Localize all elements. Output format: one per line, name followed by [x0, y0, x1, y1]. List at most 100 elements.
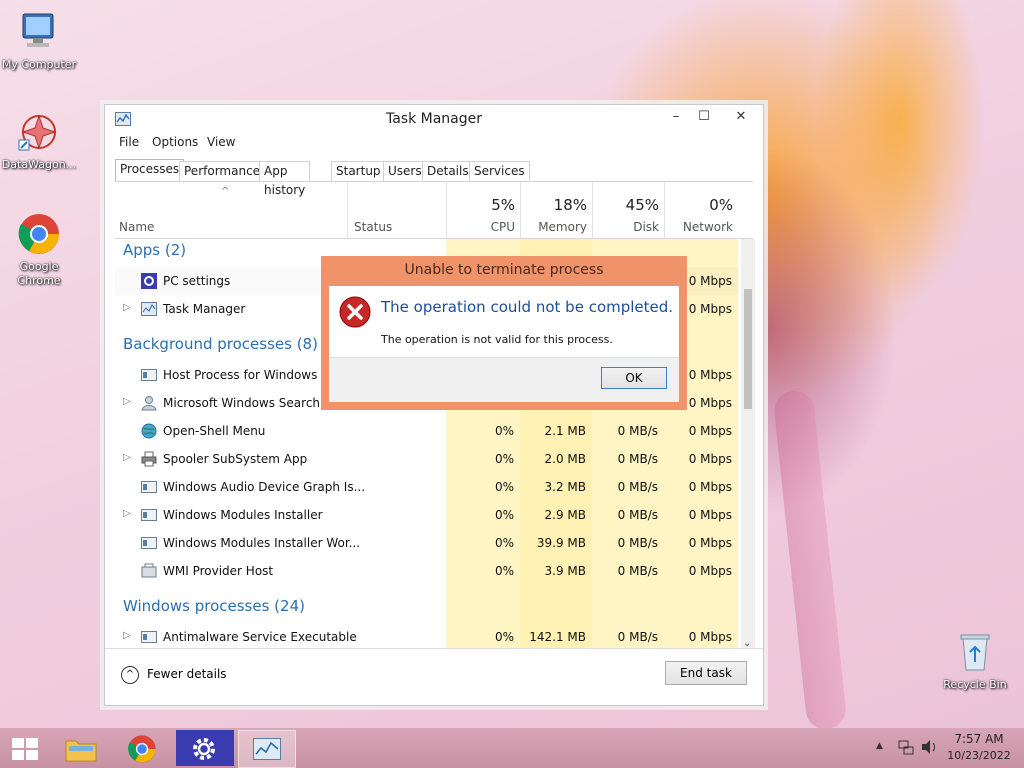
window-app-icon — [141, 367, 157, 383]
desktop-icon-google-chrome[interactable]: Google Chrome — [0, 212, 78, 288]
column-status-header[interactable]: Status — [347, 182, 446, 238]
column-memory-header[interactable]: 18% Memory — [520, 182, 593, 238]
error-dialog: Unable to terminate process The operatio… — [321, 256, 687, 410]
table-row[interactable]: Windows Modules Installer Wor... 0% 39.9… — [115, 529, 739, 557]
tab-startup[interactable]: Startup — [331, 161, 386, 182]
expand-arrow-icon[interactable]: ▷ — [123, 302, 131, 313]
process-name: PC settings — [163, 274, 231, 288]
group-apps[interactable]: Apps (2) — [123, 241, 186, 259]
memory-value: 39.9 MB — [536, 536, 586, 550]
computer-icon — [17, 10, 61, 54]
expand-arrow-icon[interactable]: ▷ — [123, 396, 131, 407]
taskbar-pc-settings[interactable] — [176, 730, 234, 766]
column-status: Status — [354, 220, 393, 234]
process-name: Spooler SubSystem App — [163, 452, 308, 466]
table-row[interactable]: ▷ Windows Modules Installer 0% 2.9 MB 0 … — [115, 501, 739, 529]
desktop-icon-label: My Computer — [1, 58, 77, 71]
clock-date[interactable]: 10/23/2022 — [944, 749, 1014, 762]
table-row[interactable]: ▷ Antimalware Service Executable 0% 142.… — [115, 623, 739, 649]
dialog-button-bar: OK — [329, 357, 679, 402]
process-name: Windows Modules Installer — [163, 508, 323, 522]
maximize-button[interactable]: ☐ — [689, 107, 719, 127]
fewer-details-link[interactable]: Fewer details — [147, 667, 227, 681]
menu-view[interactable]: View — [207, 135, 235, 149]
table-row[interactable]: WMI Provider Host 0% 3.9 MB 0 MB/s 0 Mbp… — [115, 557, 739, 585]
scrollbar-thumb[interactable] — [744, 289, 752, 409]
process-name: Windows Modules Installer Wor... — [163, 536, 361, 550]
task-manager-icon — [253, 738, 281, 760]
dialog-message: The operation is not valid for this proc… — [381, 333, 613, 346]
tab-services[interactable]: Services — [469, 161, 530, 182]
vertical-scrollbar[interactable]: ⌄ — [741, 239, 755, 649]
folder-icon — [65, 740, 97, 762]
end-task-button[interactable]: End task — [665, 661, 747, 685]
window-app-icon — [141, 479, 157, 495]
column-disk-header[interactable]: 45% Disk — [592, 182, 665, 238]
tab-processes[interactable]: Processes — [115, 159, 185, 182]
desktop-icon-recycle-bin[interactable]: Recycle Bin — [936, 630, 1014, 692]
memory-value: 2.1 MB — [544, 424, 586, 438]
table-row[interactable]: Open-Shell Menu 0% 2.1 MB 0 MB/s 0 Mbps — [115, 417, 739, 445]
taskbar-task-manager[interactable] — [238, 730, 296, 768]
dialog-title: Unable to terminate process — [404, 262, 604, 278]
taskbar-chrome[interactable] — [116, 730, 170, 766]
tab-performance[interactable]: Performance — [179, 161, 266, 182]
network-value: 0 Mbps — [688, 424, 732, 438]
title-bar[interactable]: Task Manager – ☐ ✕ — [105, 105, 763, 133]
tray-show-hidden-icon[interactable]: ▲ — [876, 741, 883, 751]
minimize-button[interactable]: – — [661, 107, 691, 127]
taskbar-file-explorer[interactable] — [54, 730, 108, 766]
column-network-header[interactable]: 0% Network — [664, 182, 739, 238]
chrome-icon — [17, 212, 61, 256]
desktop-icon-my-computer[interactable]: My Computer — [0, 10, 78, 72]
cpu-value: 0% — [494, 508, 514, 522]
memory-value: 2.9 MB — [544, 508, 586, 522]
menu-bar: File Options View — [105, 133, 763, 153]
expand-arrow-icon[interactable]: ▷ — [123, 508, 131, 519]
windows-logo-icon — [12, 738, 38, 760]
column-name[interactable]: Name — [119, 220, 154, 234]
datawagon-icon — [17, 110, 61, 154]
desktop-icon-label: DataWagon... — [1, 158, 77, 171]
disk-percent: 45% — [625, 196, 659, 214]
memory-value: 2.0 MB — [544, 452, 586, 466]
desktop-icon-label: Recycle Bin — [943, 678, 1007, 691]
tab-details[interactable]: Details — [422, 161, 474, 182]
memory-value: 142.1 MB — [529, 630, 586, 644]
process-name: Windows Audio Device Graph Is... — [163, 480, 366, 494]
window-app-icon — [141, 507, 157, 523]
wallpaper-flower-stem — [772, 388, 848, 732]
disk-value: 0 MB/s — [617, 564, 658, 578]
clock-time[interactable]: 7:57 AM — [944, 732, 1014, 746]
network-value: 0 Mbps — [688, 564, 732, 578]
desktop-icon-datawagon[interactable]: DataWagon... — [0, 110, 78, 172]
group-background-processes[interactable]: Background processes (8) — [123, 335, 318, 353]
menu-file[interactable]: File — [119, 135, 139, 149]
gear-icon — [193, 738, 215, 760]
ok-button[interactable]: OK — [601, 367, 667, 389]
tab-users[interactable]: Users — [383, 161, 427, 182]
group-windows-processes[interactable]: Windows processes (24) — [123, 597, 305, 615]
process-name: Host Process for Windows Tas — [163, 368, 341, 382]
disk-value: 0 MB/s — [617, 508, 658, 522]
cpu-value: 0% — [494, 536, 514, 550]
chevron-up-icon[interactable]: ^ — [121, 666, 139, 684]
expand-arrow-icon[interactable]: ▷ — [123, 452, 131, 463]
wmi-host-icon — [141, 563, 157, 579]
expand-arrow-icon[interactable]: ▷ — [123, 630, 131, 641]
table-row[interactable]: ▷ Spooler SubSystem App 0% 2.0 MB 0 MB/s… — [115, 445, 739, 473]
close-button[interactable]: ✕ — [723, 107, 759, 127]
tab-app-history[interactable]: App history — [259, 161, 311, 197]
error-icon — [339, 296, 371, 331]
start-button[interactable] — [0, 730, 54, 766]
printer-icon — [141, 451, 157, 467]
network-icon[interactable] — [898, 739, 914, 758]
dialog-body: The operation could not be completed. Th… — [329, 286, 679, 402]
network-value: 0 Mbps — [688, 536, 732, 550]
column-cpu-header[interactable]: 5% CPU — [446, 182, 521, 238]
network-value: 0 Mbps — [688, 452, 732, 466]
table-row[interactable]: Windows Audio Device Graph Is... 0% 3.2 … — [115, 473, 739, 501]
memory-value: 3.2 MB — [544, 480, 586, 494]
volume-icon[interactable] — [921, 739, 939, 758]
menu-options[interactable]: Options — [152, 135, 198, 149]
